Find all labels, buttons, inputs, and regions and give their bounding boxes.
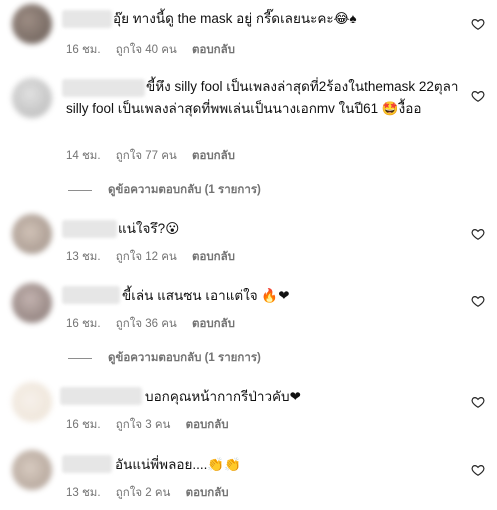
- heart-icon[interactable]: [471, 463, 485, 477]
- avatar[interactable]: [12, 450, 52, 490]
- avatar[interactable]: [12, 382, 52, 422]
- view-replies-label: ดูข้อความตอบกลับ (1 รายการ): [108, 184, 261, 196]
- comment-likes[interactable]: ถูกใจ 77 คน: [116, 150, 177, 162]
- comment-meta: 16 ชม. ถูกใจ 36 คน ตอบกลับ: [66, 315, 247, 333]
- heart-icon[interactable]: [471, 227, 485, 241]
- reply-button[interactable]: ตอบกลับ: [192, 251, 235, 263]
- heart-icon[interactable]: [471, 294, 485, 308]
- comment-likes[interactable]: ถูกใจ 2 คน: [116, 487, 171, 499]
- comment-text: ขี้เล่น แสนซน เอาแต่ใจ 🔥❤: [122, 288, 290, 303]
- comment-time: 14 ชม.: [66, 150, 101, 162]
- comment-text: บอกคุณหน้ากากรีป่าวคับ❤: [145, 389, 301, 404]
- reply-button[interactable]: ตอบกลับ: [192, 318, 235, 330]
- comment-text: อุ๊ย ทางนี้ดู the mask อยู่ กรี๊ดเลยนะคะ…: [113, 11, 357, 26]
- reply-button[interactable]: ตอบกลับ: [186, 487, 229, 499]
- avatar[interactable]: [12, 4, 52, 44]
- divider-line: [68, 357, 92, 359]
- reply-button[interactable]: ตอบกลับ: [192, 150, 235, 162]
- view-replies-label: ดูข้อความตอบกลับ (1 รายการ): [108, 352, 261, 364]
- divider-line: [68, 189, 92, 191]
- comment-likes[interactable]: ถูกใจ 3 คน: [116, 419, 171, 431]
- avatar[interactable]: [12, 78, 52, 118]
- view-replies-button[interactable]: ดูข้อความตอบกลับ (1 รายการ): [68, 181, 261, 199]
- comment-text: ขี้หึง silly fool เป็นเพลงล่าสุดที่2ร้อง…: [66, 79, 459, 116]
- username-blurred[interactable]: [62, 220, 117, 238]
- username-blurred[interactable]: [62, 10, 112, 28]
- comment-time: 16 ชม.: [66, 44, 101, 56]
- comment-time: 13 ชม.: [66, 487, 101, 499]
- comment-time: 16 ชม.: [66, 419, 101, 431]
- reply-button[interactable]: ตอบกลับ: [192, 44, 235, 56]
- username-blurred[interactable]: [62, 286, 120, 304]
- comment-text: แน่ใจรึ?😮: [118, 221, 180, 236]
- comment-meta: 13 ชม. ถูกใจ 12 คน ตอบกลับ: [66, 248, 247, 266]
- heart-icon[interactable]: [471, 395, 485, 409]
- comment-meta: 16 ชม. ถูกใจ 3 คน ตอบกลับ: [66, 416, 241, 434]
- comment-likes[interactable]: ถูกใจ 40 คน: [116, 44, 177, 56]
- comment-time: 16 ชม.: [66, 318, 101, 330]
- username-blurred[interactable]: [60, 387, 142, 405]
- heart-icon[interactable]: [471, 89, 485, 103]
- avatar[interactable]: [12, 214, 52, 254]
- comment-likes[interactable]: ถูกใจ 12 คน: [116, 251, 177, 263]
- heart-icon[interactable]: [471, 17, 485, 31]
- username-blurred[interactable]: [62, 455, 112, 473]
- comment-time: 13 ชม.: [66, 251, 101, 263]
- view-replies-button[interactable]: ดูข้อความตอบกลับ (1 รายการ): [68, 349, 261, 367]
- avatar[interactable]: [12, 283, 52, 323]
- comment-meta: 16 ชม. ถูกใจ 40 คน ตอบกลับ: [66, 41, 247, 59]
- comment-meta: 13 ชม. ถูกใจ 2 คน ตอบกลับ: [66, 484, 241, 502]
- comment-likes[interactable]: ถูกใจ 36 คน: [116, 318, 177, 330]
- reply-button[interactable]: ตอบกลับ: [186, 419, 229, 431]
- comment-text: อันแน่พี่พลอย....👏👏: [115, 457, 241, 472]
- comment-meta: 14 ชม. ถูกใจ 77 คน ตอบกลับ: [66, 147, 247, 165]
